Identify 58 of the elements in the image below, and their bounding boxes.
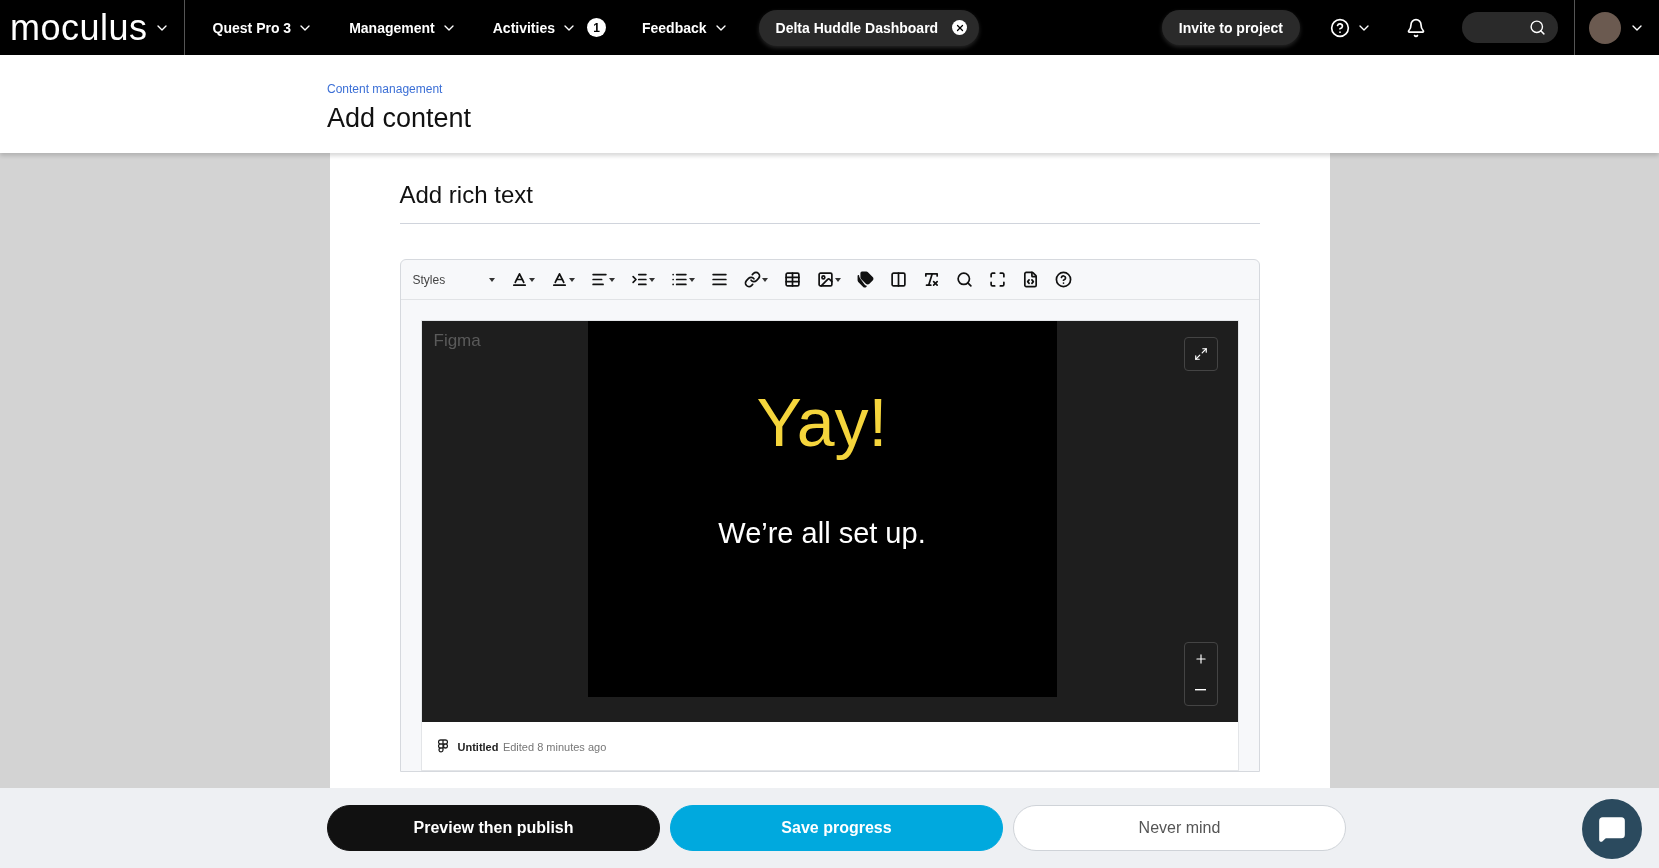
caret-icon — [761, 277, 768, 282]
background-color-icon — [550, 271, 568, 288]
secondary-action-button[interactable]: Never mind — [1013, 805, 1346, 851]
chip-label: Delta Huddle Dashboard — [775, 19, 939, 36]
project-chip[interactable]: Delta Huddle Dashboard — [758, 9, 980, 46]
nav-menu[interactable]: Feedback — [634, 7, 737, 48]
chat-icon — [1598, 815, 1626, 843]
caret-icon — [568, 277, 575, 282]
styles-dropdown[interactable]: Styles — [408, 272, 499, 287]
minus-icon — [1195, 688, 1206, 691]
frame-heading: Yay! — [756, 383, 888, 461]
horizontal-rule-icon — [710, 271, 728, 288]
caret-icon — [488, 277, 495, 282]
caret-icon — [688, 277, 695, 282]
notification-count: 1 — [587, 18, 606, 37]
bell-icon — [1406, 17, 1426, 38]
figma-logo-icon — [437, 738, 448, 754]
nav-menu[interactable]: Management — [341, 7, 465, 48]
logo: moculus — [10, 6, 148, 49]
breadcrumb-link[interactable]: Content management — [327, 82, 443, 96]
caret-icon — [528, 277, 535, 282]
caret-icon — [834, 277, 841, 282]
primary-action-button[interactable]: Preview then publish — [327, 805, 660, 851]
close-icon — [954, 22, 965, 33]
search-icon — [1529, 19, 1546, 36]
text-color-icon — [510, 271, 528, 288]
columns-icon — [889, 271, 907, 288]
search-button[interactable] — [1462, 12, 1558, 43]
link-icon — [743, 271, 761, 288]
tags-icon — [856, 271, 874, 288]
section-title: Add rich text — [399, 181, 1260, 224]
search-icon — [955, 271, 973, 288]
caret-icon — [648, 277, 655, 282]
align-left-icon — [590, 271, 608, 288]
avatar — [1589, 11, 1621, 44]
close-button[interactable] — [952, 20, 968, 35]
indent-icon — [630, 271, 648, 288]
bullet-list-icon — [670, 271, 688, 288]
source-code-icon — [1021, 271, 1039, 288]
nav-menu[interactable]: Activities 1 — [484, 7, 614, 48]
file-name: Untitled — [457, 741, 499, 753]
frame-subheading: We’re all set up. — [718, 517, 926, 550]
help-icon — [1054, 271, 1072, 288]
clear-formatting-icon — [922, 271, 940, 288]
nav-menu[interactable]: Quest Pro 3 — [204, 7, 322, 48]
canvas-label: Figma — [433, 331, 481, 351]
fullscreen-icon — [988, 271, 1006, 288]
chat-button[interactable] — [1582, 799, 1642, 859]
page-title: Add content — [327, 103, 473, 134]
expand-button[interactable] — [1183, 337, 1218, 371]
invite-button[interactable]: Invite to project — [1161, 10, 1300, 45]
image-icon — [816, 271, 834, 288]
caret-icon — [608, 277, 615, 282]
table-icon — [783, 271, 801, 288]
expand-icon — [1193, 347, 1208, 361]
help-icon — [1330, 17, 1350, 38]
plus-icon — [1193, 651, 1208, 666]
edited-time: Edited 8 minutes ago — [502, 741, 607, 753]
